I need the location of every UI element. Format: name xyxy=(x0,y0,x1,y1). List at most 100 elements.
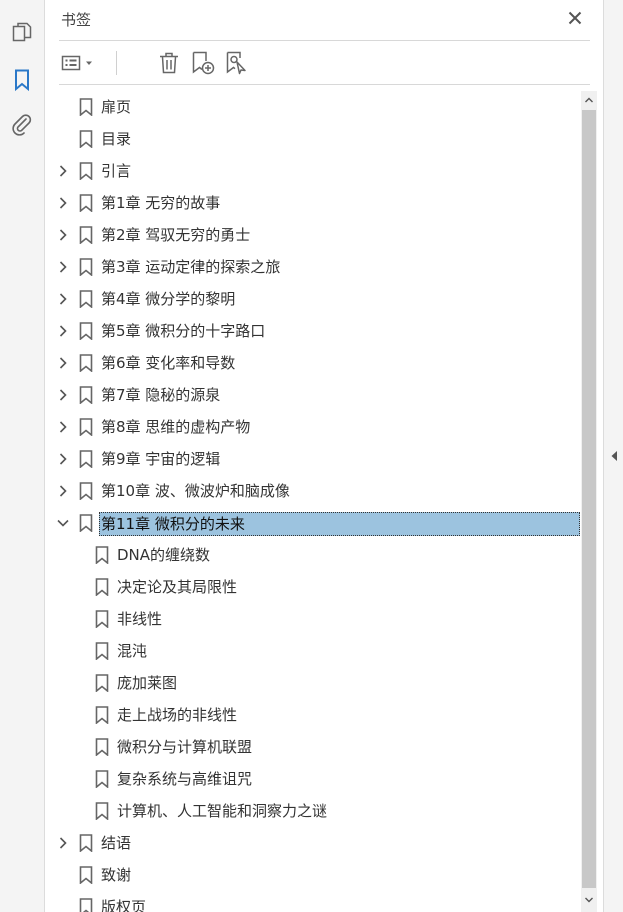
bookmark-icon xyxy=(95,546,109,565)
bookmark-item[interactable]: 第5章 微积分的十字路口 xyxy=(45,315,581,347)
bookmark-icon xyxy=(79,290,93,309)
collapse-pane-button[interactable] xyxy=(608,447,620,465)
bookmark-item[interactable]: 致谢 xyxy=(45,859,581,891)
delete-bookmark-button[interactable] xyxy=(155,49,183,77)
bookmark-label: 微积分与计算机联盟 xyxy=(117,738,253,756)
bookmark-item[interactable]: 非线性 xyxy=(45,603,581,635)
bookmark-item[interactable]: 版权页 xyxy=(45,891,581,912)
bookmark-item[interactable]: 第3章 运动定律的探索之旅 xyxy=(45,251,581,283)
collapse-strip xyxy=(603,0,623,912)
bookmark-item[interactable]: 结语 xyxy=(45,827,581,859)
bookmark-icon xyxy=(79,418,93,437)
bookmark-item[interactable]: 庞加莱图 xyxy=(45,667,581,699)
bookmark-label: 第10章 波、微波炉和脑成像 xyxy=(101,482,290,500)
bookmark-item[interactable]: 第1章 无穷的故事 xyxy=(45,187,581,219)
bookmark-label: DNA的缠绕数 xyxy=(117,546,211,564)
new-bookmark-button[interactable] xyxy=(189,49,217,77)
bookmark-label: 复杂系统与高维诅咒 xyxy=(117,770,253,788)
chevron-right-icon[interactable] xyxy=(55,483,71,499)
panel-title: 书签 xyxy=(61,11,92,29)
bookmark-item[interactable]: 微积分与计算机联盟 xyxy=(45,731,581,763)
bookmark-label: 引言 xyxy=(101,162,132,180)
bookmark-item[interactable]: 走上战场的非线性 xyxy=(45,699,581,731)
bookmark-label: 第9章 宇宙的逻辑 xyxy=(101,450,221,468)
bookmark-item[interactable]: 混沌 xyxy=(45,635,581,667)
bookmark-label: 目录 xyxy=(101,130,132,148)
bookmark-item[interactable]: 第11章 微积分的未来 xyxy=(45,507,581,539)
bookmark-item[interactable]: 复杂系统与高维诅咒 xyxy=(45,763,581,795)
bookmark-item[interactable]: 第2章 驾驭无穷的勇士 xyxy=(45,219,581,251)
attachments-button[interactable] xyxy=(8,111,36,139)
bookmark-item[interactable]: 第8章 思维的虚构产物 xyxy=(45,411,581,443)
bookmark-label: 第2章 驾驭无穷的勇士 xyxy=(101,226,251,244)
bookmark-icon xyxy=(95,578,109,597)
chevron-down-icon xyxy=(585,897,593,903)
bookmark-label: 非线性 xyxy=(117,610,163,628)
options-menu-icon xyxy=(61,55,92,71)
bookmark-label: 混沌 xyxy=(117,642,148,660)
new-bookmark-from-structure-button[interactable] xyxy=(223,49,251,77)
scrollbar-thumb[interactable] xyxy=(582,110,596,888)
chevron-right-icon[interactable] xyxy=(55,451,71,467)
chevron-right-icon[interactable] xyxy=(55,291,71,307)
delete-icon xyxy=(160,52,178,74)
chevron-right-icon[interactable] xyxy=(55,355,71,371)
chevron-right-icon[interactable] xyxy=(55,227,71,243)
chevron-right-icon[interactable] xyxy=(55,323,71,339)
bookmarks-panel: 书签 扉页 目录 引言 第1章 无穷的故事 第2章 驾驭无穷的勇士 第3章 运动… xyxy=(45,0,603,912)
bookmark-icon xyxy=(79,866,93,885)
bookmark-item[interactable]: DNA的缠绕数 xyxy=(45,539,581,571)
bookmark-item[interactable]: 决定论及其局限性 xyxy=(45,571,581,603)
toolbar-separator xyxy=(116,51,117,75)
scroll-down-button[interactable] xyxy=(581,891,597,909)
scroll-up-button[interactable] xyxy=(581,91,597,109)
bookmark-label: 第3章 运动定律的探索之旅 xyxy=(101,258,281,276)
bookmark-icon xyxy=(79,386,93,405)
chevron-right-icon[interactable] xyxy=(55,387,71,403)
bookmark-icon xyxy=(79,354,93,373)
pages-button[interactable] xyxy=(8,19,36,47)
bookmark-item[interactable]: 计算机、人工智能和洞察力之谜 xyxy=(45,795,581,827)
bookmark-icon xyxy=(79,482,93,501)
bookmark-tree: 扉页 目录 引言 第1章 无穷的故事 第2章 驾驭无穷的勇士 第3章 运动定律的探索之旅第… xyxy=(45,91,581,912)
bookmark-icon xyxy=(95,674,109,693)
bookmark-icon xyxy=(95,642,109,661)
bookmark-label: 走上战场的非线性 xyxy=(117,706,238,724)
bookmark-label: 致谢 xyxy=(101,866,132,884)
bookmark-label: 计算机、人工智能和洞察力之谜 xyxy=(117,802,328,820)
bookmark-icon xyxy=(15,69,29,92)
bookmark-item[interactable]: 第6章 变化率和导数 xyxy=(45,347,581,379)
new-bookmark-icon xyxy=(192,51,215,75)
bookmark-icon xyxy=(79,258,93,277)
chevron-right-icon[interactable] xyxy=(55,835,71,851)
options-menu-button[interactable] xyxy=(59,49,97,77)
bookmark-icon xyxy=(79,514,93,533)
bookmark-item[interactable]: 第7章 隐秘的源泉 xyxy=(45,379,581,411)
bookmark-item[interactable]: 扉页 xyxy=(45,91,581,123)
divider xyxy=(59,40,590,41)
bookmark-item[interactable]: 目录 xyxy=(45,123,581,155)
vertical-scrollbar[interactable] xyxy=(581,91,597,912)
bookmark-item[interactable]: 第4章 微分学的黎明 xyxy=(45,283,581,315)
chevron-right-icon[interactable] xyxy=(55,419,71,435)
chevron-up-icon xyxy=(585,97,593,103)
chevron-down-icon[interactable] xyxy=(55,515,71,531)
new-bookmark-from-structure-icon xyxy=(226,51,246,75)
bookmark-item[interactable]: 引言 xyxy=(45,155,581,187)
chevron-right-icon[interactable] xyxy=(55,195,71,211)
close-panel-button[interactable] xyxy=(565,8,585,28)
bookmark-icon xyxy=(79,98,93,117)
bookmark-item[interactable]: 第10章 波、微波炉和脑成像 xyxy=(45,475,581,507)
bookmarks-toolbar xyxy=(59,47,590,79)
bookmark-item[interactable]: 第9章 宇宙的逻辑 xyxy=(45,443,581,475)
bookmarks-button[interactable] xyxy=(8,66,36,94)
bookmark-label: 第5章 微积分的十字路口 xyxy=(101,322,266,340)
bookmark-label: 第7章 隐秘的源泉 xyxy=(101,386,221,404)
bookmark-label: 扉页 xyxy=(101,98,132,116)
chevron-right-icon[interactable] xyxy=(55,259,71,275)
bookmark-icon xyxy=(79,898,93,912)
bookmark-icon xyxy=(95,802,109,821)
bookmark-label: 第4章 微分学的黎明 xyxy=(101,290,236,308)
bookmark-icon xyxy=(79,194,93,213)
chevron-right-icon[interactable] xyxy=(55,163,71,179)
